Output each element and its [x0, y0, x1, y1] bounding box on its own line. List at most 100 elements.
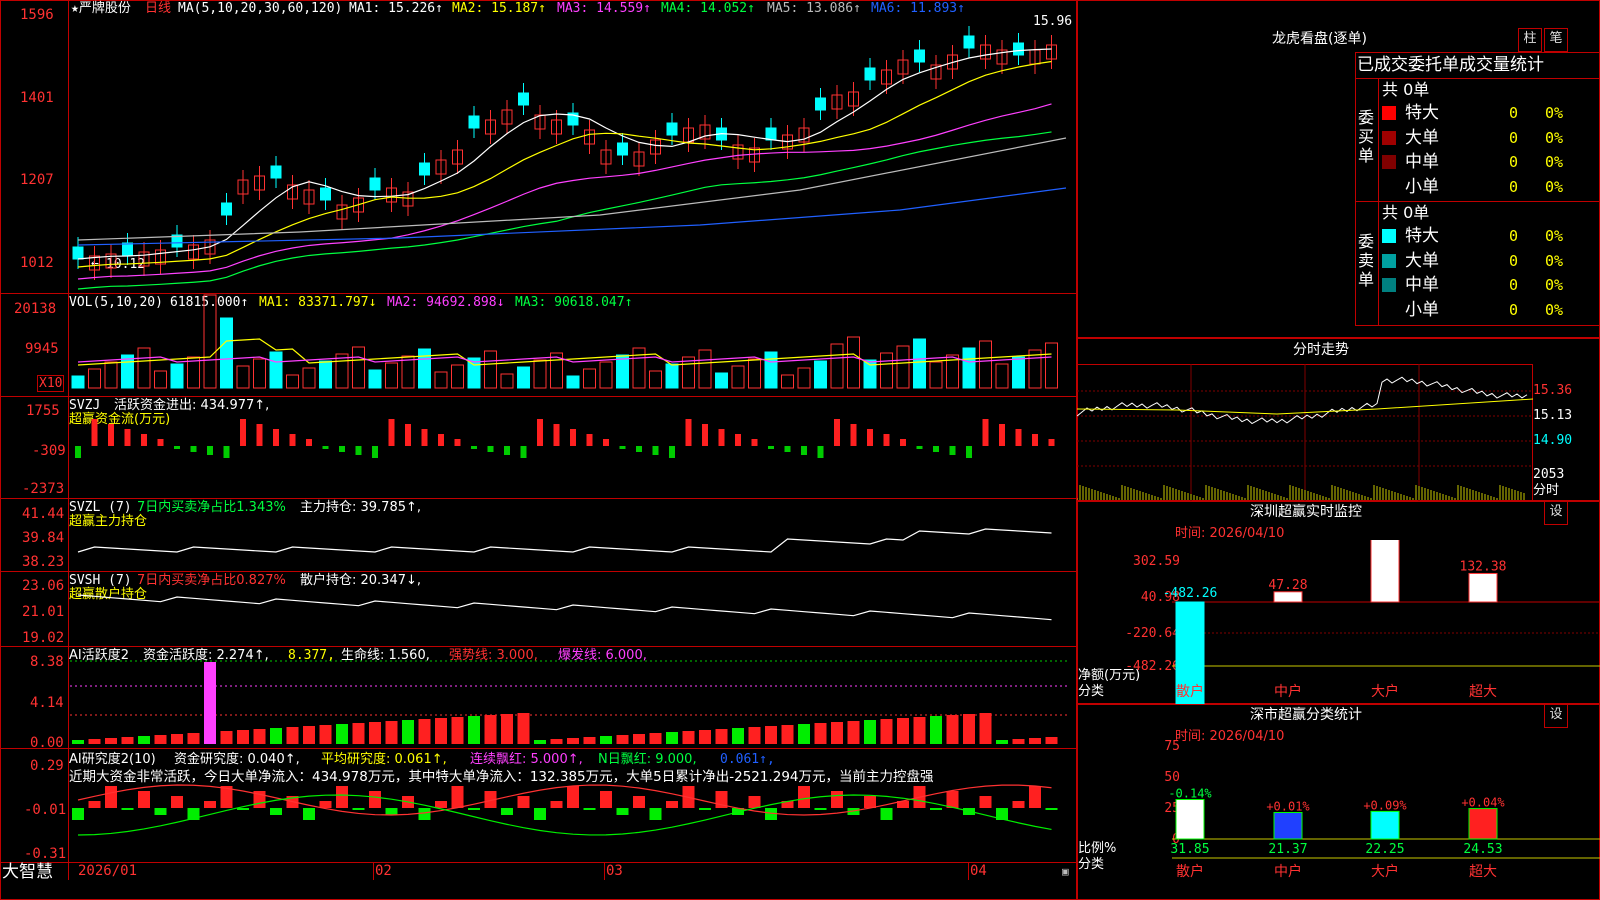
sell-row-label: 特大: [1405, 226, 1439, 246]
research-bar: [517, 796, 530, 808]
activity-bar: [385, 721, 398, 744]
monitor-category-label: 大户: [1371, 683, 1399, 700]
volume-bar: [253, 358, 266, 389]
fundflow-bar: [355, 446, 362, 455]
candle: [617, 142, 628, 156]
activity-bar: [567, 738, 579, 744]
volume-bar: [352, 346, 365, 389]
monitor-settings-button[interactable]: 设: [1544, 501, 1568, 525]
stats-value-label: 31.85: [1170, 842, 1209, 857]
kline-chart-canvas[interactable]: [0, 0, 1077, 900]
activity-bar: [418, 719, 431, 744]
activity-bar: [897, 718, 909, 744]
research-bar: [798, 786, 810, 808]
activity-bar: [765, 726, 777, 744]
buy-row-percent: 0%: [1545, 128, 1564, 147]
volume-bar: [929, 361, 943, 389]
ma1-line: [77, 48, 1052, 260]
fundflow-bar: [982, 419, 989, 446]
candle: [1013, 42, 1024, 56]
activity-bar: [979, 713, 992, 744]
buy-row-label: 中单: [1405, 152, 1439, 172]
activity-bar: [682, 731, 695, 744]
activity-bar: [72, 740, 84, 744]
monitor-value-label: 47.28: [1268, 578, 1307, 593]
activity-bar: [303, 726, 315, 744]
stats-settings-button[interactable]: 设: [1544, 704, 1568, 728]
buy-row-label: 小单: [1405, 176, 1439, 197]
fundflow-bar: [603, 439, 609, 446]
buy-color-swatch: [1382, 179, 1396, 194]
volume-bar: [220, 317, 233, 389]
activity-bar: [748, 727, 761, 744]
fundflow-bar: [1048, 439, 1055, 446]
candle: [122, 242, 133, 256]
buy-color-swatch: [1382, 130, 1396, 145]
fundflow-bar: [124, 429, 131, 446]
volume-bar: [154, 370, 167, 389]
activity-bar: [946, 715, 959, 744]
monitor-bar: [1468, 572, 1498, 603]
candle: [815, 97, 826, 111]
activity-bar: [930, 716, 942, 744]
fundflow-bar: [933, 446, 939, 452]
fundflow-bar: [702, 424, 708, 446]
stats-bar: [1273, 812, 1303, 840]
activity-bar: [517, 713, 530, 744]
sell-row-label: 中单: [1405, 275, 1439, 295]
fundflow-bar: [438, 434, 444, 446]
stats-change-label: +0.01%: [1266, 800, 1310, 814]
research-bar: [204, 801, 216, 808]
research-bar: [534, 808, 546, 820]
fundflow-bar: [289, 434, 296, 446]
main-holding-line: [77, 528, 1052, 553]
research-bar: [633, 796, 645, 808]
buy-row-label: 特大: [1405, 103, 1439, 123]
buy-row-value: 0: [1509, 128, 1519, 147]
lhb-bar-button[interactable]: 柱: [1518, 28, 1542, 52]
stats-category-label: 大户: [1371, 863, 1399, 880]
fundflow-bar: [586, 434, 593, 446]
stats-bar: [1370, 810, 1400, 840]
activity-bar: [253, 729, 266, 744]
buy-color-swatch: [1382, 155, 1396, 169]
research-bar: [583, 808, 596, 810]
fundflow-bar: [454, 439, 461, 446]
research-bar: [1012, 801, 1025, 808]
research-bar: [352, 808, 365, 810]
fundflow-bar: [405, 424, 411, 446]
activity-bar: [468, 716, 480, 744]
volume-bar: [748, 358, 761, 389]
activity-bar: [286, 727, 299, 744]
volume-bar: [698, 349, 712, 389]
candle: [765, 127, 777, 141]
buy-color-swatch: [1382, 106, 1396, 120]
research-bar: [864, 796, 876, 808]
lhb-tick-button[interactable]: 笔: [1544, 28, 1568, 52]
research-bar: [666, 801, 678, 808]
sell-color-swatch: [1382, 253, 1396, 268]
fundflow-bar: [949, 446, 956, 455]
volume-bar: [533, 359, 547, 389]
research-bar: [616, 808, 629, 815]
sell-row-value: 0: [1509, 227, 1519, 245]
stats-bar: [1468, 808, 1498, 840]
activity-bar: [121, 737, 134, 744]
fundflow-bar: [883, 434, 890, 446]
volume-bar: [269, 351, 283, 389]
ma3-line: [77, 103, 1052, 280]
intraday-vol-unit: 分时: [1533, 483, 1560, 498]
activity-bar: [369, 722, 381, 744]
buy-total: 共 0单: [1382, 80, 1430, 99]
activity-bar: [484, 715, 497, 744]
fundflow-bar: [801, 446, 807, 455]
candle: [419, 162, 430, 176]
volume-bar: [797, 367, 811, 389]
volume-bar: [484, 350, 497, 389]
sell-color-swatch: [1382, 278, 1396, 292]
research-bar: [451, 786, 464, 808]
sell-row-value: 0: [1509, 251, 1519, 270]
candle: [320, 187, 331, 201]
intraday-axis-tick: 15.13: [1533, 408, 1573, 423]
fundflow-bar: [537, 419, 543, 446]
